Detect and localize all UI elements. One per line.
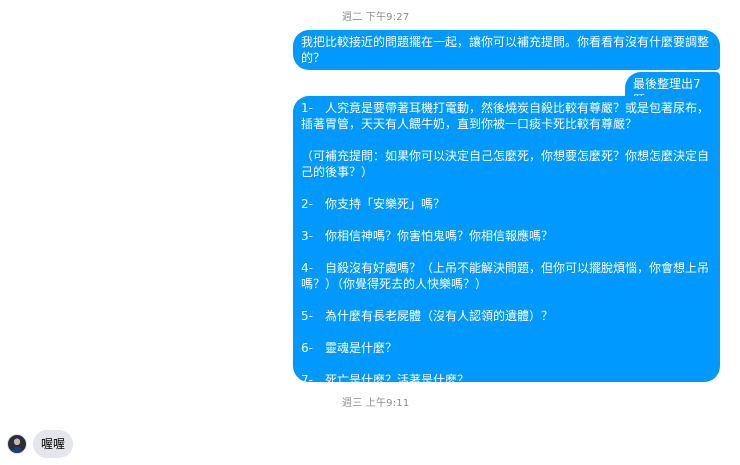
avatar[interactable]: [7, 434, 27, 454]
message-bubble-outgoing[interactable]: 我把比較接近的問題擺在一起，讓你可以補充提問。你看看有沒有什麼要調整的？: [293, 30, 720, 70]
timestamp: 週二 下午9:27: [342, 12, 410, 23]
message-bubble-incoming[interactable]: 喔喔: [33, 430, 74, 458]
timestamp: 週三 上午9:11: [342, 398, 410, 409]
message-bubble-outgoing[interactable]: 1- 人究竟是要帶著耳機打電動，然後燒炭自殺比較有尊嚴？或是包著尿布，插著胃管，…: [293, 96, 720, 387]
incoming-message-row: 喔喔: [7, 430, 74, 458]
chat-thread: 週二 下午9:27 我把比較接近的問題擺在一起，讓你可以補充提問。你看看有沒有什…: [0, 0, 740, 465]
